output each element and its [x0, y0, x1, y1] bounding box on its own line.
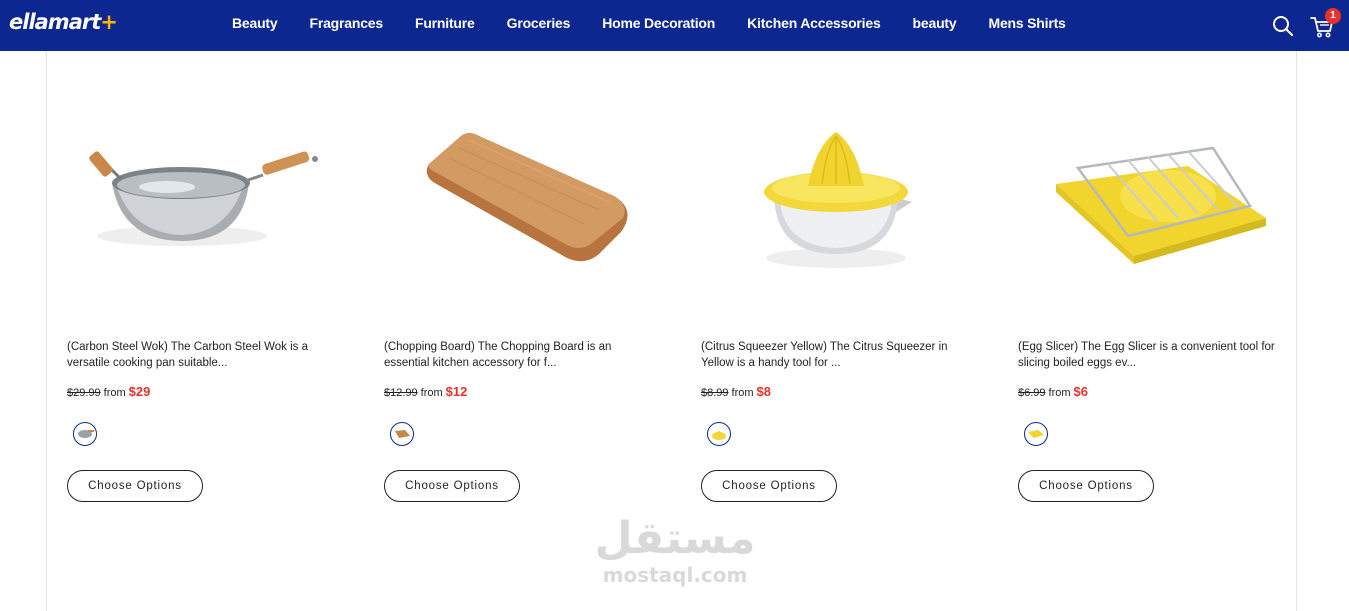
product-card: (Citrus Squeezer Yellow) The Citrus Sque… — [701, 51, 971, 521]
product-title[interactable]: (Egg Slicer) The Egg Slicer is a conveni… — [1018, 339, 1276, 371]
variant-swatch[interactable] — [73, 422, 97, 446]
sale-price: $29 — [128, 384, 151, 399]
product-card: (Carbon Steel Wok) The Carbon Steel Wok … — [67, 51, 337, 521]
product-title[interactable]: (Carbon Steel Wok) The Carbon Steel Wok … — [67, 339, 325, 371]
product-title[interactable]: (Citrus Squeezer Yellow) The Citrus Sque… — [701, 339, 959, 371]
from-label: from — [1048, 387, 1071, 399]
nav-link-mens-shirts[interactable]: Mens Shirts — [972, 15, 1081, 31]
price-row: $29.99 from $29 — [67, 384, 150, 399]
choose-options-button[interactable]: Choose Options — [67, 470, 203, 502]
original-price: $29.99 — [67, 387, 101, 399]
nav-link-beauty-lowercase[interactable]: beauty — [897, 15, 973, 31]
product-card: (Egg Slicer) The Egg Slicer is a conveni… — [1018, 51, 1288, 521]
product-card: (Chopping Board) The Chopping Board is a… — [384, 51, 654, 521]
variant-swatch[interactable] — [1024, 422, 1048, 446]
nav-link-furniture[interactable]: Furniture — [399, 15, 491, 31]
logo-text: ellamart — [9, 10, 101, 34]
variant-swatch[interactable] — [390, 422, 414, 446]
nav-link-kitchen-accessories[interactable]: Kitchen Accessories — [731, 15, 896, 31]
egg-slicer-image[interactable] — [1018, 81, 1288, 321]
nav-link-fragrances[interactable]: Fragrances — [293, 15, 398, 31]
nav-link-home-decoration[interactable]: Home Decoration — [586, 15, 731, 31]
price-row: $8.99 from $8 — [701, 384, 771, 399]
from-label: from — [103, 387, 126, 399]
original-price: $12.99 — [384, 387, 418, 399]
from-label: from — [731, 387, 754, 399]
from-label: from — [420, 387, 443, 399]
price-row: $6.99 from $6 — [1018, 384, 1088, 399]
original-price: $8.99 — [701, 387, 729, 399]
watermark-latin-text: mostaql.com — [602, 563, 748, 587]
sale-price: $12 — [445, 384, 468, 399]
variant-swatch[interactable] — [707, 422, 731, 446]
nav-link-beauty[interactable]: Beauty — [216, 15, 293, 31]
choose-options-button[interactable]: Choose Options — [701, 470, 837, 502]
sale-price: $6 — [1073, 384, 1088, 399]
original-price: $6.99 — [1018, 387, 1046, 399]
brand-logo[interactable]: ellamart+ — [9, 10, 118, 34]
watermark-arabic-text: مستقل — [594, 513, 756, 564]
choose-options-button[interactable]: Choose Options — [384, 470, 520, 502]
nav-link-groceries[interactable]: Groceries — [491, 15, 587, 31]
chopping-board-image[interactable] — [384, 81, 654, 321]
search-icon[interactable] — [1271, 14, 1295, 38]
main-menu: Beauty Fragrances Furniture Groceries Ho… — [216, 0, 1082, 45]
cart-count-badge: 1 — [1325, 8, 1341, 24]
top-navbar: ellamart+ Beauty Fragrances Furniture Gr… — [0, 0, 1349, 51]
citrus-squeezer-image[interactable] — [701, 81, 971, 321]
product-title[interactable]: (Chopping Board) The Chopping Board is a… — [384, 339, 642, 371]
price-row: $12.99 from $12 — [384, 384, 467, 399]
watermark-logo: مستقل mostaql.com — [594, 514, 756, 594]
logo-plus: + — [100, 10, 118, 34]
choose-options-button[interactable]: Choose Options — [1018, 470, 1154, 502]
sale-price: $8 — [756, 384, 771, 399]
wok-image[interactable] — [67, 81, 337, 321]
